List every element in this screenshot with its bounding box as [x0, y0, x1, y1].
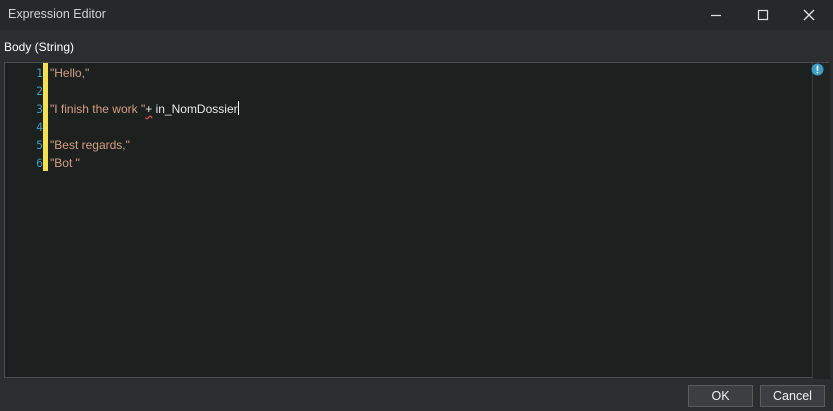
code-line[interactable]: "I finish the work "+ in_NomDossier [50, 100, 239, 118]
expression-editor[interactable]: 1 2 3 4 5 6 "Hello," "I finish the work "+ in_… [4, 62, 830, 379]
line-number: 2 [36, 84, 43, 98]
line-number-gutter: 1 2 3 4 5 6 [5, 63, 43, 377]
maximize-icon [757, 9, 769, 21]
maximize-button[interactable] [740, 0, 786, 30]
code-line[interactable]: "Best regards," [50, 136, 130, 154]
line-number: 3 [36, 102, 43, 116]
vertical-scrollbar[interactable] [812, 63, 830, 379]
text-caret [237, 101, 239, 115]
line-number: 4 [36, 120, 43, 134]
cancel-button[interactable]: Cancel [760, 385, 825, 407]
minimize-icon [711, 14, 721, 17]
code-line[interactable]: "Bot " [50, 154, 80, 172]
string-literal: "I finish the work " [50, 102, 146, 116]
string-literal: "Best regards," [50, 138, 130, 152]
line-number: 1 [36, 66, 43, 80]
field-label: Body (String) [4, 40, 75, 54]
minimize-button[interactable] [693, 0, 739, 30]
title-bar: Expression Editor [0, 0, 833, 30]
ok-button[interactable]: OK [688, 385, 753, 407]
line-number: 6 [36, 156, 43, 170]
close-button[interactable] [786, 0, 832, 30]
change-indicator-bar [43, 63, 48, 171]
info-icon[interactable] [811, 63, 824, 76]
string-literal: "Hello," [50, 66, 90, 80]
identifier: in_NomDossier [152, 102, 238, 116]
close-icon [803, 9, 815, 21]
line-number: 5 [36, 138, 43, 152]
string-literal: "Bot " [50, 156, 80, 170]
code-line[interactable]: "Hello," [50, 64, 89, 82]
window-title: Expression Editor [8, 7, 106, 21]
